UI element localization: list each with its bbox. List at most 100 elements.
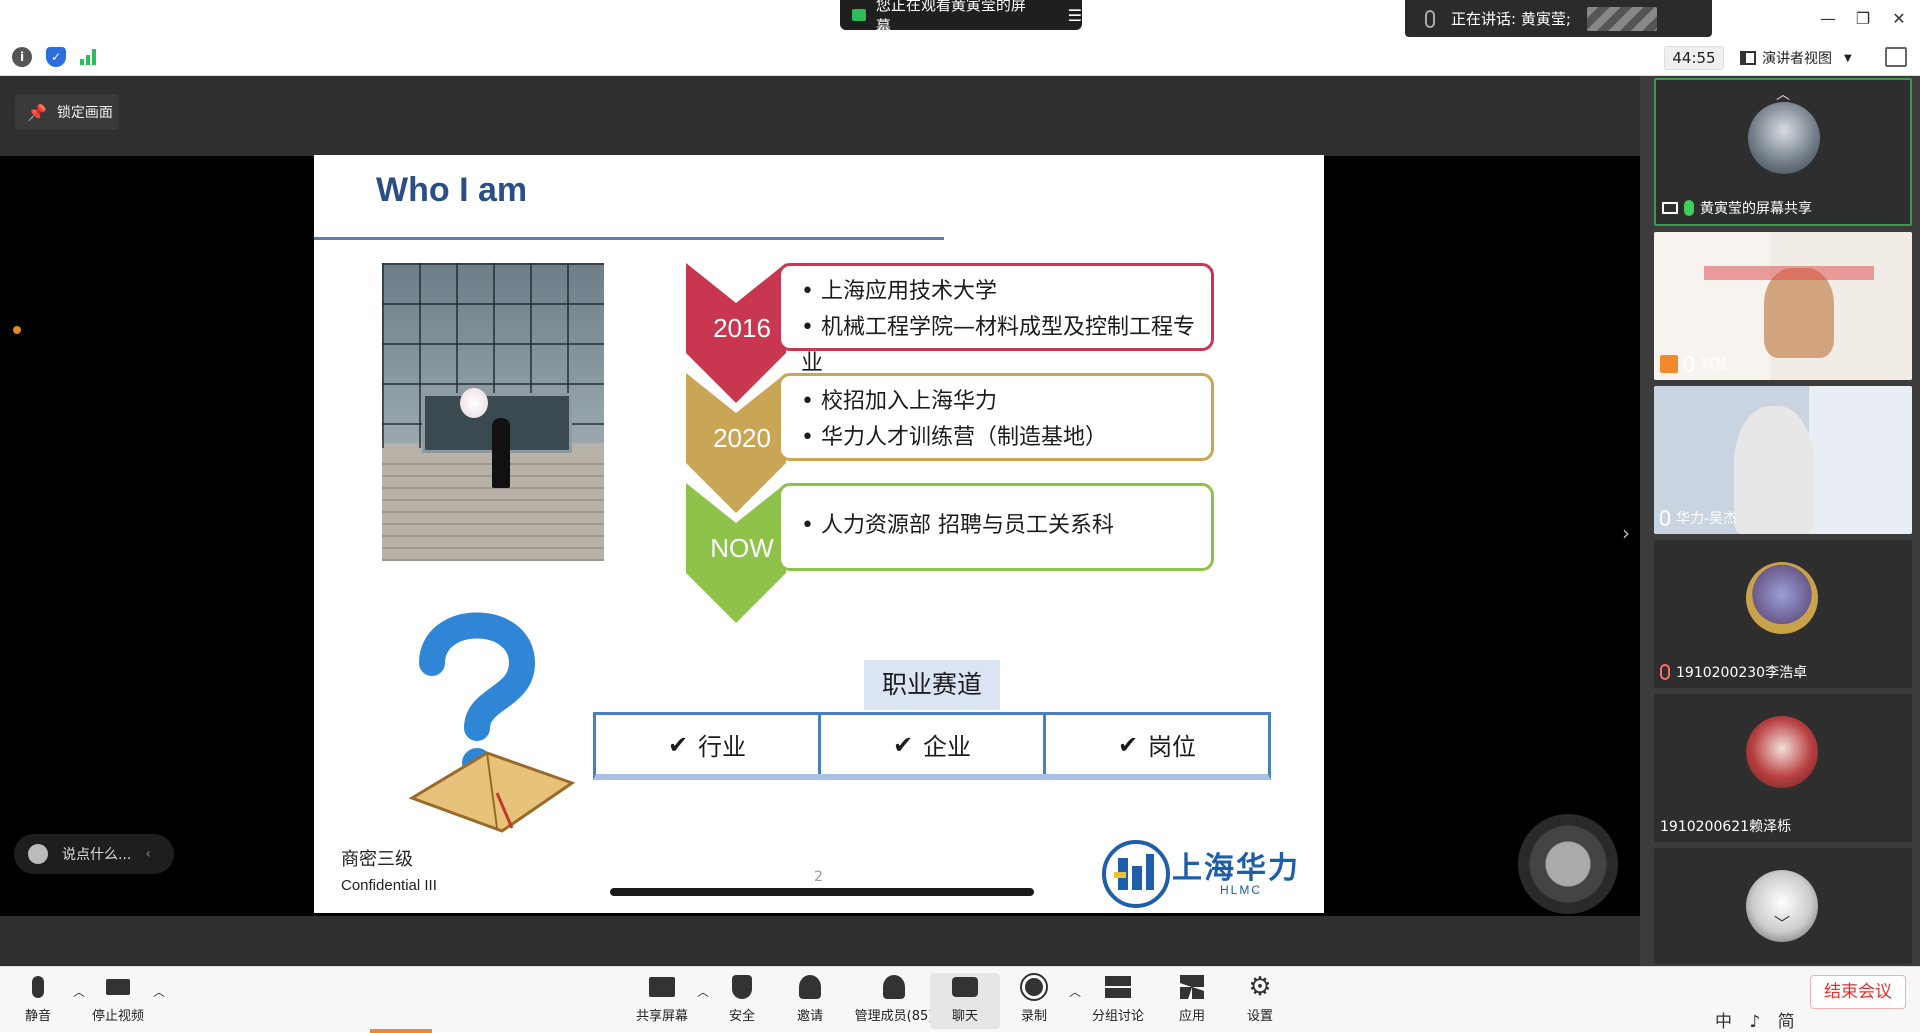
- participant-tile[interactable]: 1910200230李浩卓: [1654, 540, 1912, 688]
- check-icon: ✔: [667, 730, 689, 759]
- breakout-rooms-button[interactable]: 分组讨论: [1080, 973, 1156, 1029]
- timeline-item: 上海应用技术大学: [801, 274, 1211, 310]
- chevron-left-icon[interactable]: ‹: [145, 846, 151, 862]
- restore-button[interactable]: ❐: [1848, 6, 1878, 30]
- video-camera-icon: [104, 973, 132, 1001]
- close-button[interactable]: ✕: [1884, 6, 1914, 30]
- floating-control-ball[interactable]: [1518, 814, 1618, 914]
- members-icon: [880, 973, 908, 1001]
- record-button[interactable]: 录制: [996, 973, 1072, 1029]
- stop-video-button[interactable]: 停止视频: [80, 973, 156, 1029]
- check-icon: ✔: [1117, 730, 1139, 759]
- meeting-toolbar: 静音 ︿ 停止视频 ︿ 共享屏幕 ︿ 安全 邀请 管理成员(85) 聊天 录制 …: [0, 966, 1920, 1033]
- participant-tile[interactable]: 1910200621赖泽栎: [1654, 694, 1912, 842]
- question-book-illustration: [408, 612, 576, 833]
- participant-label: 1910200621赖泽栎: [1660, 816, 1791, 836]
- company-logo-abbr: HLMC: [1220, 883, 1263, 897]
- career-track-title: 职业赛道: [864, 660, 1000, 710]
- view-layout-icon: [1740, 51, 1756, 65]
- lock-view-button[interactable]: 📌 锁定画面: [15, 94, 119, 130]
- breakout-rooms-icon: [1104, 973, 1132, 1001]
- avatar: [1748, 102, 1820, 174]
- video-background-banner: [1704, 266, 1874, 280]
- participant-tile[interactable]: 华力-吴杰: [1654, 386, 1912, 534]
- track-cell-industry: ✔ 行业: [596, 715, 821, 774]
- avatar: [1746, 716, 1818, 788]
- chevron-down-icon[interactable]: ﹀: [1774, 910, 1790, 934]
- share-screen-button[interactable]: 共享屏幕: [624, 973, 700, 1029]
- chevron-up-icon[interactable]: ︿: [1776, 84, 1790, 104]
- slide-title: Who I am: [376, 171, 528, 209]
- mic-icon: [1684, 200, 1694, 216]
- add-user-icon: [796, 973, 824, 1001]
- mic-icon: [1425, 9, 1435, 28]
- security-button[interactable]: 安全: [704, 973, 780, 1029]
- manage-members-button[interactable]: 管理成员(85): [848, 973, 940, 1029]
- mute-button[interactable]: 静音: [0, 973, 76, 1029]
- screen-share-banner-text: 您正在观看黄寅莹的屏幕: [875, 0, 1026, 35]
- invite-label: 邀请: [796, 1009, 823, 1024]
- view-mode-dropdown[interactable]: 演讲者视图 ▼: [1740, 46, 1870, 70]
- menu-icon[interactable]: ☰: [1068, 6, 1082, 25]
- share-screen-label: 共享屏幕: [635, 1009, 688, 1024]
- quick-chat-input[interactable]: 说点什么... ‹: [14, 834, 174, 874]
- security-label: 安全: [728, 1009, 755, 1024]
- stage-top-bar: 📌 锁定画面: [0, 76, 1640, 156]
- avatar: [1746, 562, 1818, 634]
- shield-icon[interactable]: ✓: [46, 47, 66, 67]
- avatar: [1734, 406, 1814, 534]
- apps-grid-icon: [1178, 973, 1206, 1001]
- confidential-label-en: Confidential III: [341, 877, 437, 894]
- participant-name: 郑慧: [1700, 357, 1728, 373]
- timeline-band-2020: 校招加入上海华力 华力人才训练营（制造基地）: [778, 373, 1214, 461]
- chat-button[interactable]: 聊天: [930, 973, 1000, 1029]
- participant-name: 黄寅莹的屏幕共享: [1700, 201, 1812, 217]
- screen-share-icon: [1662, 202, 1678, 214]
- record-label: 录制: [1020, 1009, 1047, 1024]
- signal-icon[interactable]: [80, 49, 100, 65]
- emoji-icon[interactable]: [28, 844, 48, 864]
- end-meeting-button[interactable]: 结束会议: [1810, 975, 1906, 1009]
- participant-tile[interactable]: ︿ 黄寅莹的屏幕共享: [1654, 78, 1912, 226]
- participant-name: 1910200230李浩卓: [1676, 665, 1808, 681]
- participant-tile[interactable]: ﹀: [1654, 848, 1912, 964]
- track-label: 行业: [698, 733, 747, 761]
- timeline-year-now: NOW: [710, 533, 774, 563]
- panel-divider[interactable]: [1640, 76, 1652, 966]
- speaker-thumbnail-icon: [1586, 6, 1657, 31]
- confidential-label-cn: 商密三级: [341, 849, 413, 870]
- chat-placeholder: 说点什么...: [62, 847, 132, 863]
- fullscreen-icon[interactable]: [1885, 47, 1907, 67]
- participant-panel: ︿ 黄寅莹的屏幕共享 郑慧 华力-吴杰 1910200230李浩卓 191020…: [1652, 76, 1920, 966]
- chevron-down-icon: ▼: [1844, 52, 1852, 64]
- input-method-indicator[interactable]: 中 ♪ 简: [1715, 1007, 1801, 1032]
- screen-share-icon: [852, 9, 866, 21]
- presentation-slide: Who I am 2016 上海应用技术大学 机械工程学院—材料成型及控制工程专…: [314, 155, 1324, 913]
- slide-progress-bar[interactable]: [610, 888, 1034, 896]
- gear-icon: ⚙: [1248, 972, 1272, 1002]
- minimize-button[interactable]: —: [1813, 6, 1843, 30]
- chevron-up-icon[interactable]: ︿: [153, 983, 165, 1000]
- lock-view-label: 锁定画面: [56, 105, 113, 121]
- timeline-item: 华力人才训练营（制造基地）: [801, 420, 1107, 456]
- mute-label: 静音: [24, 1009, 51, 1024]
- settings-label: 设置: [1246, 1009, 1273, 1024]
- pin-icon: 📌: [27, 102, 47, 122]
- stop-video-label: 停止视频: [91, 1009, 144, 1024]
- track-label: 岗位: [1148, 733, 1197, 761]
- participant-tile[interactable]: 郑慧: [1654, 232, 1912, 380]
- apps-button[interactable]: 应用: [1154, 973, 1230, 1029]
- mic-icon: [24, 973, 52, 1001]
- timeline-item: 校招加入上海华力: [801, 384, 1107, 420]
- participant-name: 华力-吴杰: [1676, 511, 1738, 527]
- apps-label: 应用: [1178, 1009, 1205, 1024]
- speaking-text: 正在讲话: 黄寅莹;: [1451, 10, 1571, 28]
- mic-icon: [1684, 356, 1694, 372]
- info-icon[interactable]: i: [12, 47, 32, 67]
- chevron-right-icon[interactable]: ›: [1622, 521, 1630, 545]
- invite-button[interactable]: 邀请: [772, 973, 848, 1029]
- active-tab-indicator: [370, 1029, 432, 1033]
- settings-button[interactable]: ⚙ 设置: [1222, 972, 1298, 1029]
- track-cell-position: ✔ 岗位: [1046, 715, 1268, 774]
- screen-share-banner[interactable]: 您正在观看黄寅莹的屏幕 ☰: [840, 0, 1082, 35]
